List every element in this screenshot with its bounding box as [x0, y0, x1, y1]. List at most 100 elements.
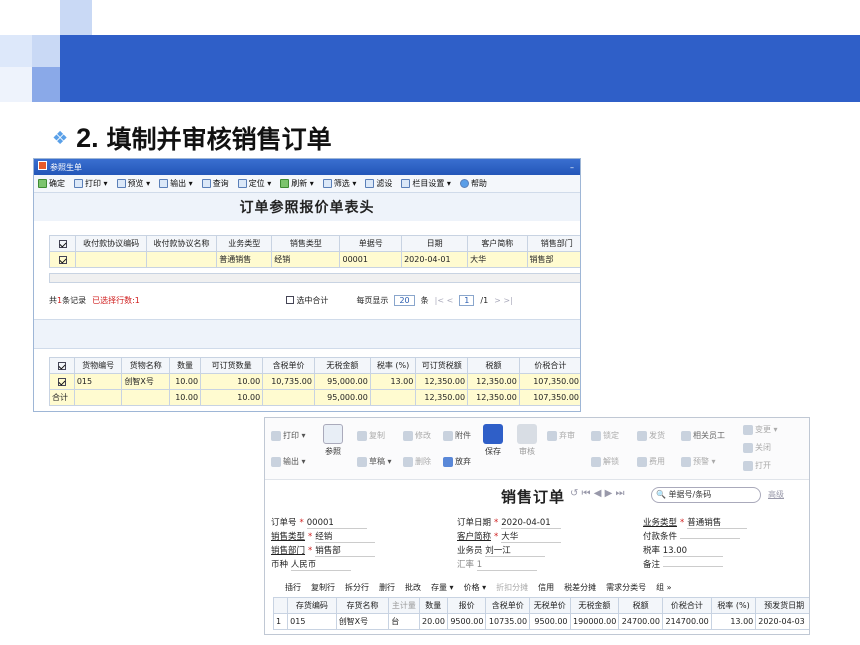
column-header[interactable]: 价税合计 [661, 597, 712, 614]
column-header[interactable]: 数量 [418, 597, 448, 614]
row-checkbox[interactable] [49, 373, 75, 390]
column-header[interactable]: 货物编号 [73, 357, 123, 374]
ship-button[interactable]: 发货 [637, 430, 665, 441]
more-button[interactable]: 组 » [656, 582, 671, 593]
column-header[interactable]: 含税单价 [262, 357, 315, 374]
exchange-rate-field[interactable]: 汇率 1 [457, 558, 537, 571]
preview-button[interactable]: 预览 ▾ [116, 178, 150, 189]
unlock-button[interactable]: 解锁 [591, 456, 619, 467]
column-header[interactable]: 数量 [169, 357, 202, 374]
delete-button[interactable]: 删除 [403, 456, 431, 467]
per-page-input[interactable]: 20 [394, 294, 415, 306]
delete-row-button[interactable]: 删行 [379, 582, 395, 593]
column-header[interactable]: 无税金额 [569, 597, 620, 614]
stock-button[interactable]: 存量 ▾ [431, 582, 454, 593]
lock-button[interactable]: 锁定 [591, 430, 619, 441]
staff-button[interactable]: 相关员工 [681, 430, 725, 441]
table-row[interactable]: 1 015 创智X号 台 20.00 9500.00 10735.00 9500… [272, 613, 809, 630]
export-button[interactable]: 输出 ▾ [271, 456, 306, 467]
last-page-button[interactable]: > >| [494, 296, 513, 305]
column-header[interactable]: 可订货数量 [200, 357, 264, 374]
column-header[interactable]: 收付款协议名称 [145, 235, 218, 252]
reject-button[interactable]: 弃审 [547, 430, 575, 441]
filter-settings-button[interactable]: 滤设 [365, 178, 392, 189]
minimize-button[interactable]: – [570, 163, 574, 172]
remark-field[interactable]: 备注 [643, 558, 723, 570]
column-header[interactable]: 业务类型 [216, 235, 273, 252]
column-settings-button[interactable]: 栏目设置 ▾ [401, 178, 451, 189]
column-header[interactable]: 销售部门 [526, 235, 580, 252]
column-header[interactable]: 单据号 [339, 235, 403, 252]
abandon-button[interactable]: 放弃 [443, 456, 471, 467]
query-button[interactable]: 查询 [201, 178, 229, 189]
change-button[interactable]: 变更 ▾ [743, 424, 778, 435]
customer-field[interactable]: 客户简称 * 大华 [457, 530, 562, 543]
refer-button[interactable]: 参照 [323, 424, 343, 457]
biz-type-field[interactable]: 业务类型 * 普通销售 [643, 516, 748, 529]
currency-field[interactable]: 币种 人民币 [271, 558, 351, 571]
search-input[interactable]: 🔍 单据号/条码 [651, 487, 761, 503]
copy-row-button[interactable]: 复制行 [311, 582, 335, 593]
column-header[interactable]: 销售类型 [271, 235, 341, 252]
column-header[interactable]: 存货编码 [287, 597, 337, 614]
sum-selected-checkbox[interactable]: 选中合计 [285, 295, 328, 306]
copy-button[interactable]: 复制 [357, 430, 385, 441]
column-header[interactable]: 税率 (%) [369, 357, 417, 374]
order-no-field[interactable]: 订单号 * 00001 [271, 516, 367, 529]
insert-row-button[interactable]: 插行 [285, 582, 301, 593]
tax-diff-button[interactable]: 税差分摊 [564, 582, 596, 593]
column-header[interactable]: 含税单价 [485, 597, 531, 614]
column-header[interactable]: 无税金额 [313, 357, 371, 374]
column-header[interactable]: 客户简称 [467, 235, 528, 252]
confirm-button[interactable]: 确定 [38, 178, 65, 189]
help-button[interactable]: 帮助 [459, 178, 487, 189]
column-header[interactable]: 税额 [618, 597, 663, 614]
table-row[interactable]: 015 创智X号 10.00 10.00 10,735.00 95,000.00… [49, 373, 580, 390]
tax-rate-field[interactable]: 税率 13.00 [643, 544, 723, 557]
salesman-field[interactable]: 业务员 刘一江 [457, 544, 546, 557]
batch-edit-button[interactable]: 批改 [405, 582, 421, 593]
discount-split-button[interactable]: 折扣分摊 [496, 582, 528, 593]
print-button[interactable]: 打印 ▾ [271, 430, 306, 441]
order-date-field[interactable]: 订单日期 * 2020-04-01 [457, 516, 562, 529]
column-header[interactable]: 税额 [467, 357, 520, 374]
split-row-button[interactable]: 拆分行 [345, 582, 369, 593]
row-checkbox[interactable] [48, 251, 77, 268]
price-button[interactable]: 价格 ▾ [464, 582, 487, 593]
select-all-checkbox[interactable] [49, 357, 75, 374]
table-row[interactable]: 普通销售 经销 00001 2020-04-01 大华 销售部 刘- [48, 251, 580, 268]
advanced-search-link[interactable]: 高级 [768, 489, 784, 500]
column-header[interactable]: 收付款协议编码 [75, 235, 147, 252]
print-button[interactable]: 打印 ▾ [74, 178, 108, 189]
edit-button[interactable]: 修改 [403, 430, 431, 441]
audit-button[interactable]: 审核 [517, 424, 537, 457]
select-all-checkbox[interactable] [48, 235, 77, 252]
first-page-button[interactable]: |< < [435, 296, 454, 305]
column-header[interactable]: 主计量 [388, 597, 420, 614]
demand-class-button[interactable]: 需求分类号 [606, 582, 646, 593]
column-header[interactable]: 存货名称 [335, 597, 390, 614]
column-header[interactable]: 无税单价 [529, 597, 571, 614]
locate-button[interactable]: 定位 ▾ [237, 178, 271, 189]
page-input[interactable]: 1 [459, 294, 475, 306]
horizontal-scrollbar[interactable] [49, 273, 580, 283]
column-header[interactable]: 价税合计 [518, 357, 580, 374]
close-button[interactable]: 关闭 [743, 442, 771, 453]
warning-button[interactable]: 预警 ▾ [681, 456, 716, 467]
fee-button[interactable]: 费用 [637, 456, 665, 467]
credit-button[interactable]: 信用 [538, 582, 554, 593]
column-header[interactable]: 预发货日期 [755, 597, 809, 614]
filter-button[interactable]: 筛选 ▾ [322, 178, 356, 189]
pay-terms-field[interactable]: 付款条件 [643, 530, 740, 542]
sale-type-field[interactable]: 销售类型 * 经销 [271, 530, 376, 543]
save-button[interactable]: 保存 [483, 424, 503, 457]
record-navigation[interactable]: ↺ ⏮ ◀ ▶ ⏭ [570, 488, 624, 499]
dept-field[interactable]: 销售部门 * 销售部 [271, 544, 376, 557]
column-header[interactable]: 货物名称 [121, 357, 171, 374]
refresh-button[interactable]: 刷新 ▾ [280, 178, 314, 189]
draft-button[interactable]: 草稿 ▾ [357, 456, 392, 467]
column-header[interactable]: 日期 [401, 235, 469, 252]
column-header[interactable]: 可订货税额 [415, 357, 469, 374]
open-button[interactable]: 打开 [743, 460, 771, 471]
column-header[interactable]: 税率 (%) [710, 597, 757, 614]
